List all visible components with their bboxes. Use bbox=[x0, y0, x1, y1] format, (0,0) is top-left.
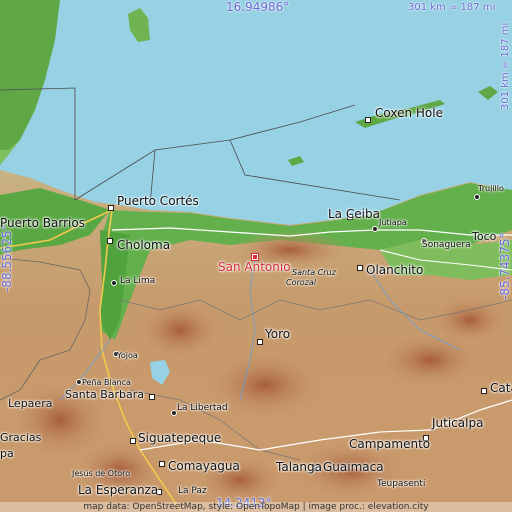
place-corozal: Corozal bbox=[286, 278, 316, 287]
place-yoro[interactable]: Yoro bbox=[265, 328, 290, 340]
place-siguatepeque[interactable]: Siguatepeque bbox=[138, 432, 221, 444]
elevation-map[interactable]: 16.94986° 14.2412° 301 km = 187 mi -88.5… bbox=[0, 0, 512, 512]
place-marker[interactable] bbox=[357, 265, 363, 271]
place-marker[interactable] bbox=[372, 226, 378, 232]
place-marker[interactable] bbox=[149, 394, 155, 400]
place-jesus-de-otoro[interactable]: Jesús de Otoro bbox=[72, 470, 130, 478]
place-santa-cruz: Santa Cruz bbox=[292, 268, 336, 277]
place-marker[interactable] bbox=[108, 205, 114, 211]
place-marker[interactable] bbox=[159, 461, 165, 467]
place-pena-blanca[interactable]: Peña Blanca bbox=[82, 379, 131, 387]
place-marker[interactable] bbox=[481, 388, 487, 394]
place-juticalpa[interactable]: Juticalpa bbox=[432, 417, 483, 429]
place-sonaguera[interactable]: Sonaguera bbox=[422, 241, 471, 250]
place-catacamas[interactable]: Cata bbox=[490, 382, 512, 394]
place-marker[interactable] bbox=[365, 117, 371, 123]
place-marker[interactable] bbox=[474, 194, 480, 200]
place-yojoa[interactable]: Yojoa bbox=[117, 352, 138, 360]
place-la-lima[interactable]: La Lima bbox=[120, 277, 155, 286]
place-marker[interactable] bbox=[130, 438, 136, 444]
left-longitude-label: -88.55625° bbox=[0, 224, 14, 292]
place-comayagua[interactable]: Comayagua bbox=[168, 460, 240, 472]
place-marker[interactable] bbox=[107, 238, 113, 244]
place-coxen-hole[interactable]: Coxen Hole bbox=[375, 107, 443, 119]
place-olanchito[interactable]: Olanchito bbox=[366, 264, 423, 276]
right-longitude-label: -85.74375° bbox=[498, 232, 512, 300]
place-jutiapa[interactable]: Jutiapa bbox=[379, 219, 407, 227]
place-la-esperanza[interactable]: La Esperanza bbox=[78, 484, 158, 496]
scale-label-vertical: 301 km = 187 mi bbox=[500, 22, 511, 110]
place-gracias[interactable]: Gracias bbox=[0, 432, 41, 443]
place-trujillo[interactable]: Trujillo bbox=[478, 185, 504, 193]
map-attribution: map data: OpenStreetMap, style: OpenTopo… bbox=[0, 502, 512, 512]
scale-label-horizontal: 301 km = 187 mi bbox=[408, 2, 496, 13]
place-santa-barbara[interactable]: Santa Barbara bbox=[65, 389, 144, 400]
place-la-ceiba[interactable]: La Ceiba bbox=[328, 208, 380, 220]
place-la-paz[interactable]: La Paz bbox=[178, 487, 207, 496]
place-tocoa[interactable]: Toco bbox=[472, 231, 496, 242]
place-lepaera[interactable]: Lepaera bbox=[8, 398, 52, 409]
place-guaimaca[interactable]: Guaimaca bbox=[323, 461, 384, 473]
place-marker[interactable] bbox=[111, 280, 117, 286]
place-ypa: pa bbox=[0, 447, 14, 460]
place-la-libertad[interactable]: La Libertad bbox=[177, 404, 228, 413]
place-teupasenti[interactable]: Teupasenti bbox=[377, 480, 425, 489]
place-puerto-barrios[interactable]: Puerto Barrios bbox=[0, 217, 85, 229]
place-choloma[interactable]: Choloma bbox=[117, 239, 170, 251]
place-talanga[interactable]: Talanga bbox=[276, 461, 322, 473]
target-label[interactable]: San Antonio bbox=[218, 261, 291, 273]
place-puerto-cortes[interactable]: Puerto Cortés bbox=[117, 195, 199, 207]
top-latitude-label: 16.94986° bbox=[226, 0, 290, 14]
place-marker[interactable] bbox=[257, 339, 263, 345]
place-campamento[interactable]: Campamento bbox=[349, 438, 430, 450]
